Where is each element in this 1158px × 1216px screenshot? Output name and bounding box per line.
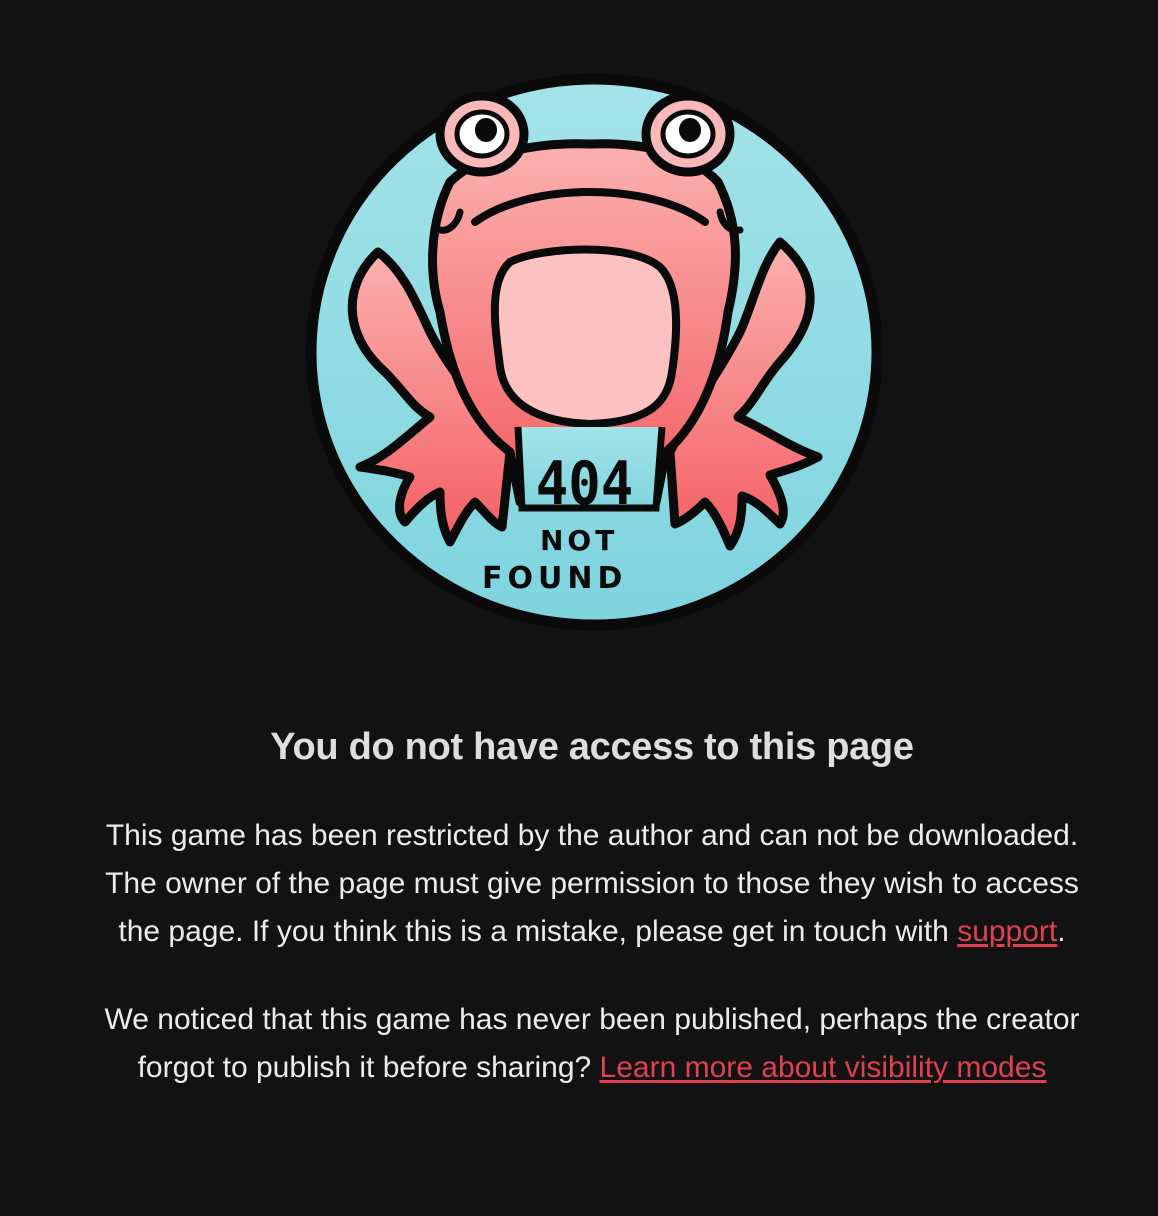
frog-404-icon: 404 NOT FOUND bbox=[305, 73, 883, 631]
message-content: You do not have access to this page This… bbox=[88, 718, 1096, 1092]
restriction-message: This game has been restricted by the aut… bbox=[88, 812, 1096, 956]
restriction-text: This game has been restricted by the aut… bbox=[105, 819, 1079, 948]
unpublished-message: We noticed that this game has never been… bbox=[88, 996, 1096, 1092]
support-link[interactable]: support bbox=[957, 915, 1057, 948]
illustration-code: 404 bbox=[536, 449, 634, 518]
page-title: You do not have access to this page bbox=[270, 726, 914, 768]
visibility-modes-link[interactable]: Learn more about visibility modes bbox=[600, 1051, 1047, 1084]
error-page: 404 NOT FOUND You do not have access to … bbox=[0, 0, 1158, 1216]
illustration-line1: NOT bbox=[540, 524, 618, 557]
restriction-suffix: . bbox=[1057, 915, 1066, 948]
illustration-line2: FOUND bbox=[482, 561, 627, 596]
